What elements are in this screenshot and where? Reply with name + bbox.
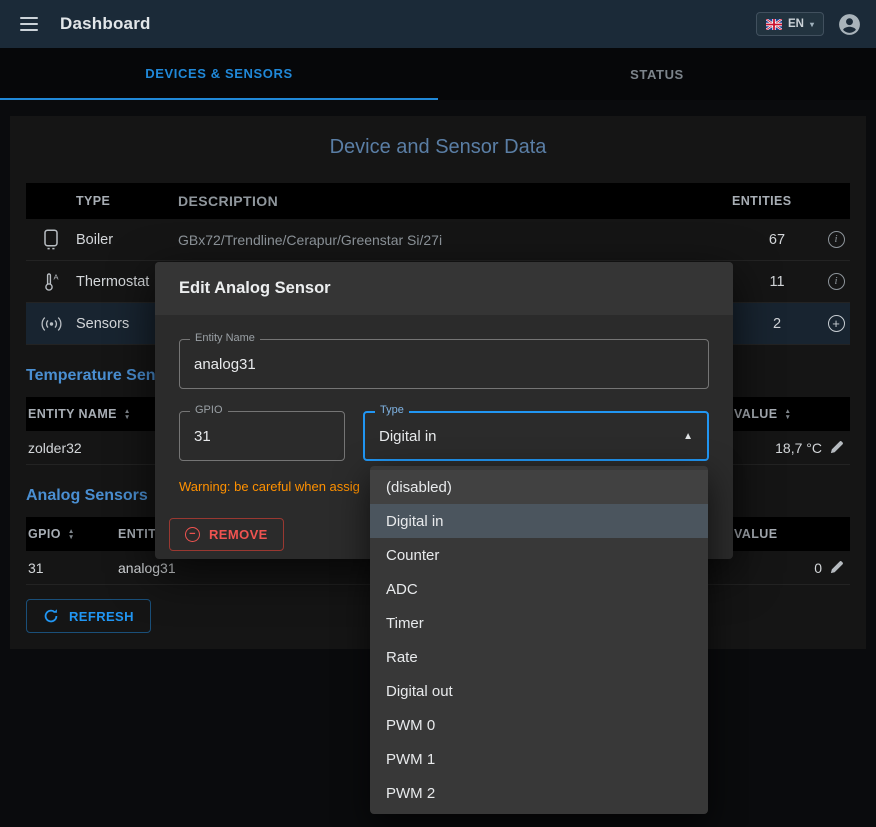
- table-row-boiler[interactable]: Boiler GBx72/Trendline/Cerapur/Greenstar…: [26, 219, 850, 261]
- app-title: Dashboard: [60, 14, 151, 34]
- language-selector[interactable]: EN ▾: [756, 12, 824, 36]
- pencil-icon: [829, 440, 844, 455]
- device-entities: 2: [732, 316, 822, 332]
- type-select[interactable]: Type Digital in ▲: [363, 411, 709, 461]
- menu-button[interactable]: [14, 9, 44, 39]
- tab-bar: DEVICES & SENSORS STATUS: [0, 48, 876, 100]
- dropdown-option[interactable]: (disabled): [370, 470, 708, 504]
- type-label: Type: [375, 404, 409, 416]
- refresh-label: REFRESH: [69, 609, 134, 624]
- add-button[interactable]: +: [828, 315, 845, 332]
- uk-flag-icon: [766, 19, 782, 30]
- language-label: EN: [788, 18, 804, 30]
- dropdown-option[interactable]: Rate: [370, 640, 708, 674]
- header-description: DESCRIPTION: [178, 193, 732, 209]
- sort-icon[interactable]: ▲▼: [784, 409, 791, 421]
- dropdown-option[interactable]: Digital in: [370, 504, 708, 538]
- header-value: VALUE: [734, 407, 777, 421]
- entity-name-label: Entity Name: [190, 332, 260, 344]
- pencil-icon: [829, 560, 844, 575]
- tab-devices-sensors[interactable]: DEVICES & SENSORS: [0, 48, 438, 100]
- entity-name-input[interactable]: [194, 356, 694, 373]
- dialog-title: Edit Analog Sensor: [155, 262, 733, 315]
- edit-button[interactable]: [829, 560, 844, 575]
- type-dropdown-menu: (disabled) Digital in Counter ADC Timer …: [370, 466, 708, 814]
- remove-circle-icon: −: [185, 527, 200, 542]
- refresh-button[interactable]: REFRESH: [26, 599, 151, 633]
- refresh-icon: [43, 608, 59, 624]
- device-description: GBx72/Trendline/Cerapur/Greenstar Si/27i: [178, 232, 732, 248]
- header-type: TYPE: [76, 194, 178, 208]
- sensors-icon: [40, 315, 63, 333]
- sort-icon[interactable]: ▲▼: [124, 409, 131, 421]
- device-entities: 11: [732, 274, 822, 290]
- remove-label: REMOVE: [209, 527, 268, 542]
- dropdown-option[interactable]: PWM 2: [370, 776, 708, 810]
- page-title: Device and Sensor Data: [26, 136, 850, 159]
- gpio-input[interactable]: [194, 428, 330, 445]
- device-table-header: TYPE DESCRIPTION ENTITIES: [26, 183, 850, 219]
- header-entity-name: ENTITY NAME: [28, 407, 117, 421]
- device-entities: 67: [732, 232, 822, 248]
- dropdown-option[interactable]: PWM 1: [370, 742, 708, 776]
- dropdown-option[interactable]: Digital out: [370, 674, 708, 708]
- tab-status[interactable]: STATUS: [438, 48, 876, 100]
- entity-name-field: Entity Name: [179, 339, 709, 389]
- type-selected-value: Digital in: [379, 428, 683, 445]
- dropdown-option[interactable]: Timer: [370, 606, 708, 640]
- sensor-gpio: 31: [26, 560, 118, 576]
- info-icon: i: [828, 273, 845, 290]
- topbar-actions: EN ▾: [756, 12, 862, 37]
- chevron-up-icon: ▲: [683, 431, 693, 442]
- header-entities: ENTITIES: [732, 194, 822, 208]
- gpio-label: GPIO: [190, 404, 228, 416]
- app-header: Dashboard EN ▾: [0, 0, 876, 48]
- user-menu-button[interactable]: [837, 12, 862, 37]
- sensor-value: 0: [734, 560, 822, 576]
- info-icon: i: [828, 231, 845, 248]
- header-gpio: GPIO: [28, 527, 61, 541]
- dropdown-option[interactable]: PWM 0: [370, 708, 708, 742]
- info-button[interactable]: i: [828, 231, 845, 248]
- hamburger-icon: [20, 17, 38, 31]
- info-button[interactable]: i: [828, 273, 845, 290]
- device-type: Boiler: [76, 232, 178, 248]
- edit-button[interactable]: [829, 440, 844, 455]
- dropdown-option[interactable]: Counter: [370, 538, 708, 572]
- sensor-value: 18,7 °C: [734, 440, 822, 456]
- user-avatar-icon: [837, 12, 862, 37]
- svg-text:A: A: [53, 273, 58, 282]
- dropdown-option[interactable]: ADC: [370, 572, 708, 606]
- chevron-down-icon: ▾: [810, 20, 814, 29]
- add-icon: +: [828, 315, 845, 332]
- gpio-field: GPIO: [179, 411, 345, 461]
- boiler-icon: [42, 229, 60, 250]
- sort-icon[interactable]: ▲▼: [68, 529, 75, 541]
- header-value: VALUE: [734, 527, 822, 541]
- thermostat-icon: A: [42, 271, 61, 292]
- remove-button[interactable]: − REMOVE: [169, 518, 284, 551]
